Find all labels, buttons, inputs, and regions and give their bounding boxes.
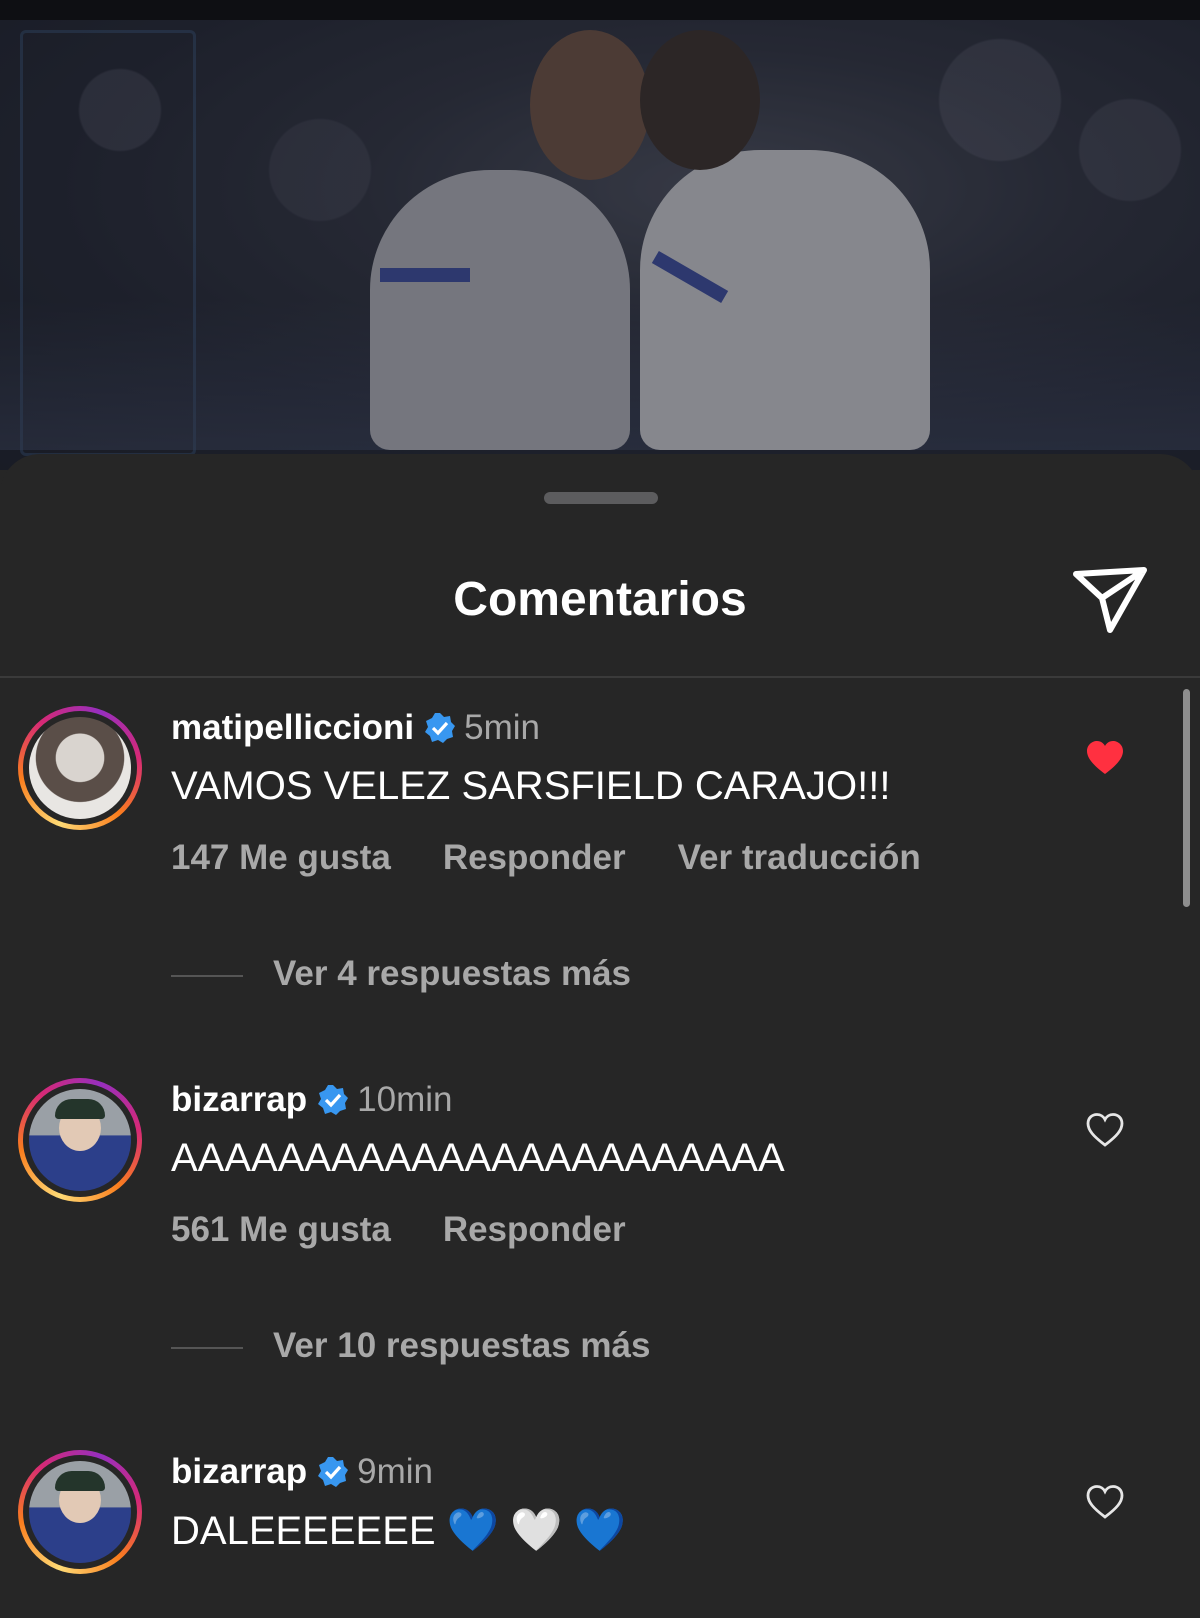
comment-username[interactable]: bizarrap: [171, 1080, 307, 1119]
like-count[interactable]: 561 Me gusta: [171, 1210, 391, 1249]
reply-button[interactable]: Responder: [443, 838, 626, 877]
white-heart-emoji: 🤍: [510, 1505, 563, 1554]
comment-time: 10min: [357, 1080, 453, 1119]
comment-username[interactable]: matipelliccioni: [171, 708, 414, 747]
avatar[interactable]: [18, 706, 142, 830]
post-photo-background: [0, 0, 1200, 470]
comment-text: DALEEEEEEE: [171, 1509, 436, 1553]
sheet-title: Comentarios: [453, 573, 747, 626]
scrollbar[interactable]: [1183, 689, 1190, 907]
heart-icon[interactable]: [1085, 1112, 1125, 1148]
verified-badge-icon: [318, 1085, 349, 1115]
header-divider: [0, 676, 1200, 678]
view-replies-button[interactable]: Ver 4 respuestas más: [171, 954, 631, 994]
comment-text: AAAAAAAAAAAAAAAAAAAAAAA: [171, 1136, 785, 1180]
verified-badge-icon: [425, 713, 456, 743]
paper-plane-icon[interactable]: [1072, 564, 1148, 636]
drag-handle[interactable]: [544, 492, 658, 504]
avatar[interactable]: [18, 1078, 142, 1202]
view-replies-button[interactable]: Ver 10 respuestas más: [171, 1326, 650, 1366]
verified-badge-icon: [318, 1457, 349, 1487]
comments-sheet: Comentarios matipelliccioni 5min VAMOS VE…: [0, 454, 1200, 1618]
like-count[interactable]: 147 Me gusta: [171, 838, 391, 877]
avatar[interactable]: [18, 1450, 142, 1574]
heart-icon[interactable]: [1085, 740, 1125, 776]
comment-time: 5min: [464, 708, 540, 747]
blue-heart-emoji: 💙: [573, 1505, 626, 1554]
comment-text: VAMOS VELEZ SARSFIELD CARAJO!!!: [171, 764, 891, 808]
reply-button[interactable]: Responder: [443, 1210, 626, 1249]
blue-heart-emoji: 💙: [446, 1505, 499, 1554]
heart-icon[interactable]: [1085, 1484, 1125, 1520]
comment-time: 9min: [357, 1452, 434, 1491]
comment-username[interactable]: bizarrap: [171, 1452, 307, 1491]
translate-button[interactable]: Ver traducción: [678, 838, 921, 877]
